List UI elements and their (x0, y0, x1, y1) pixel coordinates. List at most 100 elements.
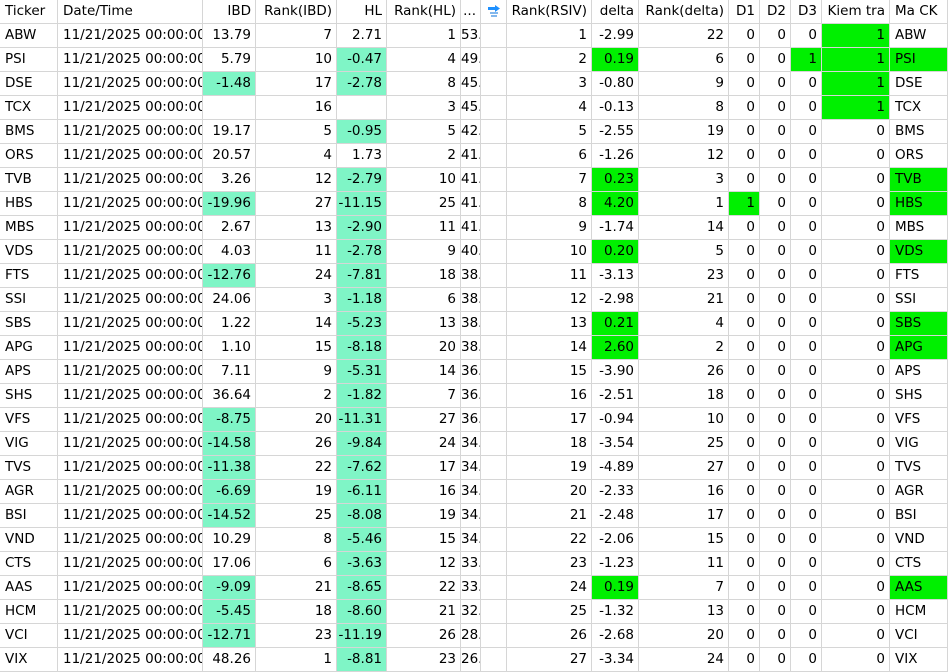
table-cell: 0 (760, 288, 791, 312)
table-cell: 9 (387, 240, 461, 264)
column-header[interactable]: Rank(HL) (387, 0, 461, 24)
table-cell: 0 (791, 576, 822, 600)
table-cell: 11 (639, 552, 729, 576)
table-row[interactable]: DSE11/21/2025 00:00:00-1.4817-2.78845.38… (0, 72, 948, 96)
table-cell: 0 (791, 360, 822, 384)
table-row[interactable]: HCM11/21/2025 00:00:00-5.4518-8.602132.6… (0, 600, 948, 624)
table-cell: -11.31 (337, 408, 387, 432)
table-cell: 11/21/2025 00:00:00 (58, 648, 203, 672)
table-cell: 23 (387, 648, 461, 672)
table-cell: 18 (507, 432, 592, 456)
table-cell: 34.99 (461, 432, 481, 456)
column-header[interactable]: Rank(RSIV) (507, 0, 592, 24)
table-cell: 0 (822, 480, 890, 504)
table-row[interactable]: FTS11/21/2025 00:00:00-12.7624-7.811838.… (0, 264, 948, 288)
table-cell: 0 (729, 456, 760, 480)
table-row[interactable]: SHS11/21/2025 00:00:0036.642-1.82736.291… (0, 384, 948, 408)
table-cell: 41.30 (461, 216, 481, 240)
table-cell: 15 (507, 360, 592, 384)
table-cell: 38.18 (461, 336, 481, 360)
table-cell: 27 (639, 456, 729, 480)
table-cell: 25 (387, 192, 461, 216)
table-cell: 20 (507, 480, 592, 504)
table-cell: VND (0, 528, 58, 552)
column-header[interactable]: IBD (203, 0, 256, 24)
table-row[interactable]: AAS11/21/2025 00:00:00-9.0921-8.652233.0… (0, 576, 948, 600)
table-row[interactable]: BMS11/21/2025 00:00:0019.175-0.95542.405… (0, 120, 948, 144)
table-cell: 19 (256, 480, 337, 504)
table-cell: -1.82 (337, 384, 387, 408)
column-header[interactable]: D1 (729, 0, 760, 24)
table-row[interactable]: MBS11/21/2025 00:00:002.6713-2.901141.30… (0, 216, 948, 240)
table-cell: 45.13 (461, 96, 481, 120)
table-row[interactable]: PSI11/21/2025 00:00:005.7910-0.47449.432… (0, 48, 948, 72)
table-cell: 48.26 (203, 648, 256, 672)
table-cell: 0 (760, 216, 791, 240)
table-cell: 0 (791, 288, 822, 312)
table-row[interactable]: HBS 11/21/2025 00:00:00 -19.96 27 -11.15 25 41… (0, 192, 948, 216)
column-header[interactable]: Rank(IBD) (256, 0, 337, 24)
table-cell: 3 (639, 168, 729, 192)
table-row[interactable]: TVS11/21/2025 00:00:00-11.3822-7.621734.… (0, 456, 948, 480)
table-cell: 0 (729, 240, 760, 264)
table-cell: 33.94 (461, 552, 481, 576)
table-cell: 0 (791, 24, 822, 48)
table-cell: 0 (791, 456, 822, 480)
table-row[interactable]: SSI11/21/2025 00:00:0024.063-1.18638.251… (0, 288, 948, 312)
table-row[interactable]: ORS11/21/2025 00:00:0020.5741.73241.946-… (0, 144, 948, 168)
table-row[interactable]: VIG11/21/2025 00:00:00-14.5826-9.842434.… (0, 432, 948, 456)
table-cell: 11/21/2025 00:00:00 (58, 168, 203, 192)
table-cell: HBS (890, 192, 948, 216)
table-cell: 23 (639, 264, 729, 288)
table-cell (481, 120, 507, 144)
table-row[interactable]: VDS11/21/2025 00:00:004.0311-2.78940.671… (0, 240, 948, 264)
column-header[interactable]: D3 (791, 0, 822, 24)
column-header[interactable]: Kiem tra (822, 0, 890, 24)
column-header[interactable]: ... (461, 0, 481, 24)
table-cell: 1 (729, 192, 760, 216)
table-cell: DSE (0, 72, 58, 96)
table-cell: -0.95 (337, 120, 387, 144)
table-cell: 26 (387, 624, 461, 648)
table-cell: 0 (760, 600, 791, 624)
sort-icon[interactable] (481, 0, 507, 24)
column-header[interactable]: D2 (760, 0, 791, 24)
table-cell: 12 (256, 168, 337, 192)
table-cell (481, 288, 507, 312)
column-header[interactable]: Rank(delta) (639, 0, 729, 24)
table-row[interactable]: TVB11/21/2025 00:00:003.2612-2.791041.84… (0, 168, 948, 192)
column-header[interactable]: Date/Time (58, 0, 203, 24)
table-row[interactable]: APS11/21/2025 00:00:007.119-5.311436.471… (0, 360, 948, 384)
table-cell: SHS (0, 384, 58, 408)
column-header[interactable]: delta (592, 0, 639, 24)
table-cell: 0 (822, 408, 890, 432)
table-row[interactable]: CTS11/21/2025 00:00:0017.066-3.631233.94… (0, 552, 948, 576)
table-cell: 34.87 (461, 504, 481, 528)
table-cell: -0.47 (337, 48, 387, 72)
column-header[interactable]: Ma CK (890, 0, 948, 24)
table-cell: -9.09 (203, 576, 256, 600)
table-cell: 38.86 (461, 264, 481, 288)
table-row[interactable]: TCX11/21/2025 00:00:0016345.134-0.138000… (0, 96, 948, 120)
table-cell: 0 (791, 120, 822, 144)
table-row[interactable]: APG11/21/2025 00:00:001.1015-8.182038.18… (0, 336, 948, 360)
table-row[interactable]: SBS11/21/2025 00:00:001.2214-5.231338.18… (0, 312, 948, 336)
table-cell: 0 (822, 336, 890, 360)
table-cell: 13 (639, 600, 729, 624)
table-cell (481, 216, 507, 240)
table-row[interactable]: VCI 11/21/2025 00:00:00 -12.71 23 -11.19 26 28… (0, 624, 948, 648)
column-header[interactable]: Ticker (0, 0, 58, 24)
table-row[interactable]: VIX11/21/2025 00:00:0048.261-8.812326.08… (0, 648, 948, 672)
table-cell: 27 (507, 648, 592, 672)
table-row[interactable]: AGR11/21/2025 00:00:00-6.6919-6.111634.9… (0, 480, 948, 504)
table-row[interactable]: ABW11/21/2025 00:00:0013.7972.71153.431-… (0, 24, 948, 48)
table-row[interactable]: VFS11/21/2025 00:00:00-8.7520-11.312736.… (0, 408, 948, 432)
table-cell: 11/21/2025 00:00:00 (58, 192, 203, 216)
table-cell (481, 552, 507, 576)
table-cell: 23 (256, 624, 337, 648)
table-row[interactable]: VND11/21/2025 00:00:0010.298-5.461534.46… (0, 528, 948, 552)
column-header[interactable]: HL (337, 0, 387, 24)
table-row[interactable]: BSI11/21/2025 00:00:00-14.5225-8.081934.… (0, 504, 948, 528)
table-cell: 0 (822, 576, 890, 600)
table-cell: 27 (256, 192, 337, 216)
